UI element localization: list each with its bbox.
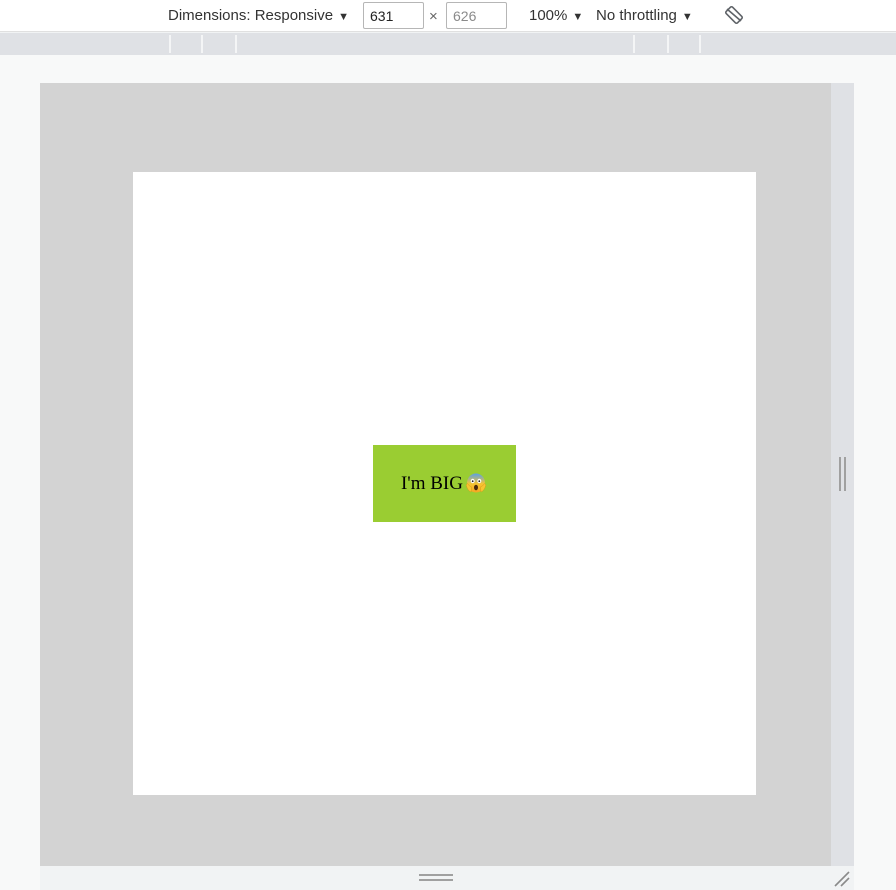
face-screaming-in-fear-icon [465,473,487,492]
right-resize-handle[interactable] [831,83,854,866]
throttling-dropdown[interactable]: No throttling ▼ [596,0,693,32]
ruler-tick [699,35,701,53]
dimensions-label: Dimensions: Responsive [168,7,334,24]
corner-resize-icon[interactable] [833,870,851,888]
throttling-label: No throttling [596,7,677,24]
dimensions-dropdown[interactable]: Dimensions: Responsive ▼ [168,0,349,32]
big-box-text: I'm BIG [400,472,463,494]
ruler-tick [235,35,237,53]
media-query-ruler[interactable] [0,33,896,55]
page-content: I'm BIG [133,172,756,795]
ruler-tick [169,35,171,53]
chevron-down-icon: ▼ [681,11,693,23]
bottom-resize-handle[interactable] [40,866,854,890]
chevron-down-icon: ▼ [338,11,349,23]
height-input[interactable] [446,2,507,29]
ruler-tick [667,35,669,53]
zoom-dropdown[interactable]: 100% ▼ [529,0,583,32]
times-separator: × [429,8,438,25]
grip-icon [839,457,846,491]
big-box: I'm BIG [373,445,516,522]
grip-icon [419,874,453,881]
ruler-tick [633,35,635,53]
chevron-down-icon: ▼ [572,11,584,23]
device-toolbar: Dimensions: Responsive ▼ × 100% ▼ No throt… [0,0,896,32]
width-input[interactable] [363,2,424,29]
ruler-tick [201,35,203,53]
zoom-label: 100% [529,7,568,24]
rotate-icon[interactable] [724,5,744,25]
